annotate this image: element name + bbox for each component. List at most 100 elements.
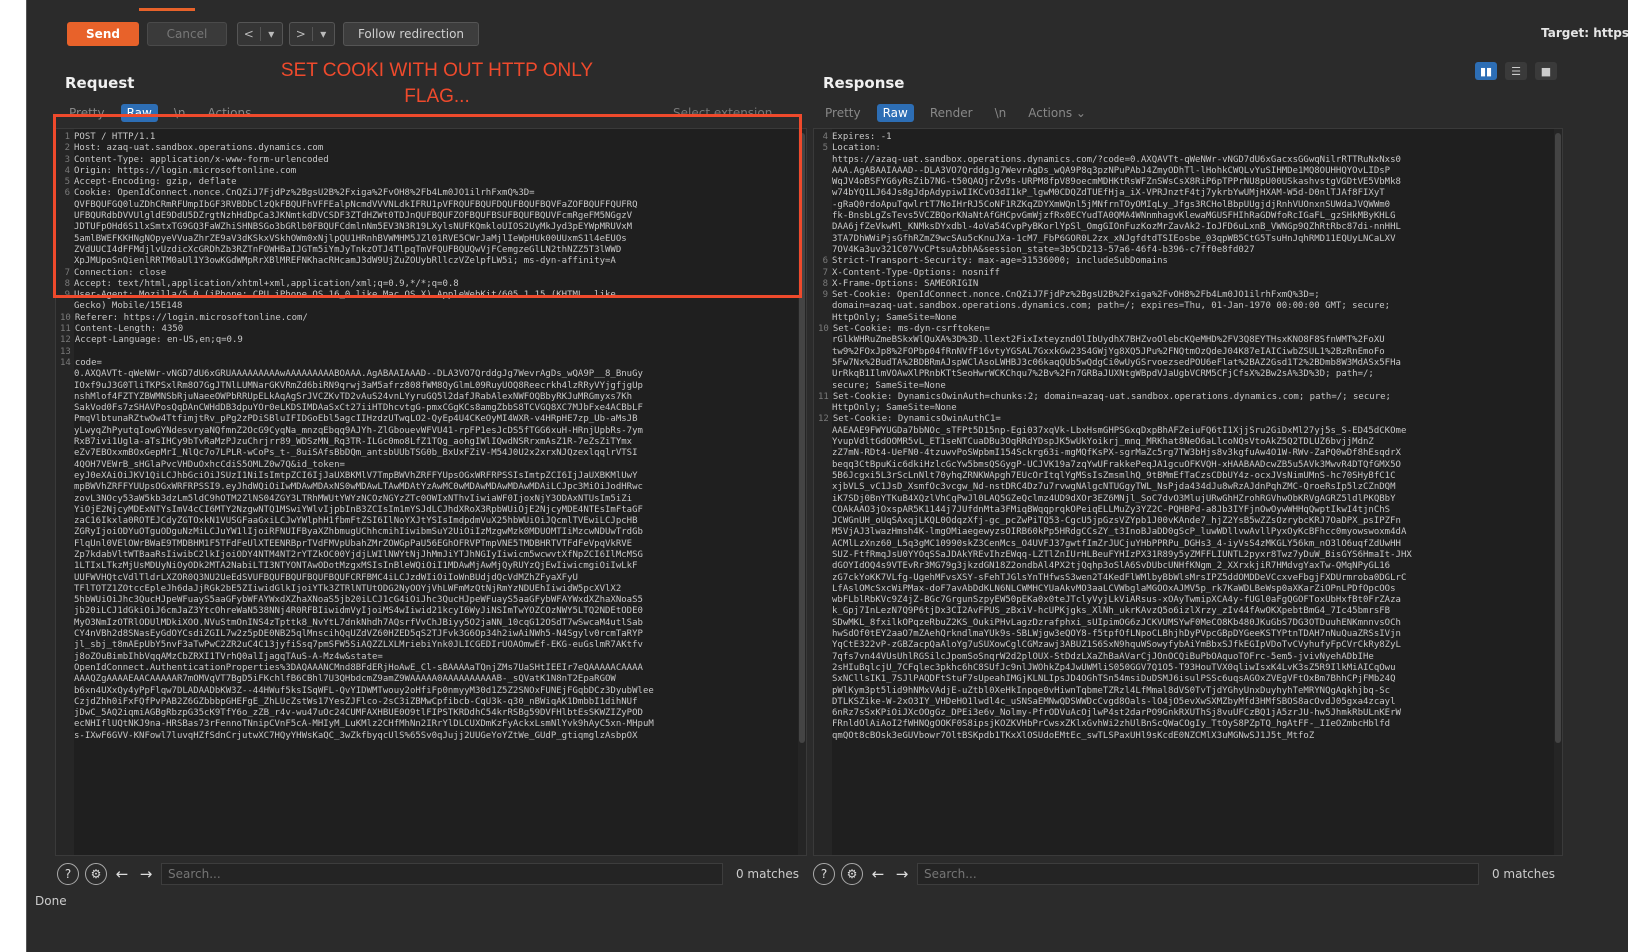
line-number: 6 [822, 256, 828, 267]
line-text: 7qfs7vn44VUsUhlRGSilcJpomSoSnqrW2d2plOUX… [832, 651, 1374, 662]
code-line: Zp7kdabVltWTBaaRsIiwibC2lkIjoiODY4NTM4NT… [60, 550, 802, 561]
line-text: nshMlof4FZTYZBWMNSbRjuNaeeOWPbRRUpELkAqA… [74, 391, 633, 402]
line-text: jl_sbj_t8mAEpUbY5nvF3aTwPwC2ZR2uC4C13jyf… [74, 640, 643, 651]
line-number [818, 561, 832, 572]
response-tab[interactable]: Actions ⌄ [1022, 104, 1092, 122]
code-line: ACMlLzXnz60_L5q3gMC10990skZ3CenMcs_O4UVF… [818, 539, 1558, 550]
code-line: 13 [60, 347, 802, 358]
code-line: 14 code= [60, 358, 802, 369]
response-tab[interactable]: \n [989, 104, 1013, 122]
response-editor[interactable]: 4 Expires: -1 5 Location: https://azaq-uat.s… [813, 128, 1563, 856]
request-editor[interactable]: 1 POST / HTTP/1.1 2 Host: azaq-uat.sandbox.… [55, 128, 807, 856]
gear-icon[interactable]: ⚙ [85, 863, 107, 885]
line-number: 8 [822, 278, 828, 289]
request-tab[interactable]: Actions ⌄ [202, 104, 272, 122]
response-tab[interactable]: Raw [876, 104, 914, 122]
back-arrow-icon[interactable]: < [238, 27, 260, 41]
code-line: MyO3NmIzOTRlODUlMDkiXOO.NVuStmOnINS4zTpt… [60, 618, 802, 629]
line-text: RxB7ivi1Ugla-aTsIHCy9bTvRaMzPJzuChrjrr89… [74, 437, 633, 448]
line-text: FRnldOlAiAoI2fWHNQgOOKF0S8ipsjKOZKVHbPrC… [832, 719, 1391, 730]
status-bar: Done [27, 892, 1628, 912]
line-text: IOxf9uJ3G0TliTKPSxlRm8O7GgJTNlLUMNarGKVR… [74, 380, 643, 391]
request-tab[interactable]: Raw [120, 104, 158, 122]
code-line: 2sHIuBqlcjU_7CFqlec3pkhc6hC8SUfJc9nlJWOh… [818, 663, 1558, 674]
line-text: Connection: close [74, 267, 167, 278]
code-line: xjbVLS_vC1JsD_XsmfOc3vcgw_Nd-nstDRC4Dz7u… [818, 482, 1558, 493]
response-tab[interactable]: Pretty [819, 104, 867, 122]
request-search-input[interactable] [161, 863, 723, 885]
request-tab[interactable]: Pretty [63, 104, 111, 122]
response-match-count: 0 matches [1491, 867, 1555, 881]
line-number [818, 527, 832, 538]
line-number [60, 561, 74, 572]
scrollbar-thumb[interactable] [1555, 133, 1561, 743]
line-text: fk-BnsbLgZsTevs5VCZBQorKNaNtAfGHCpvGmWjz… [832, 211, 1396, 222]
code-line: 3TA7DhWWiPjsGfhRZmZ9wcSAu5cKnuJXa-1cM7_F… [818, 234, 1558, 245]
next-match-icon[interactable]: → [137, 865, 155, 883]
line-number [818, 663, 832, 674]
cancel-button[interactable]: Cancel [147, 22, 227, 46]
response-search-input[interactable] [917, 863, 1479, 885]
code-line: XpJMUpoSnQienlRRTM0aUl1Y3owKGdWMpRrXBlMR… [60, 256, 802, 267]
line-number [818, 426, 832, 437]
help-icon[interactable]: ? [813, 863, 835, 885]
line-text: -gRaQ0rdoApuTqwlrtT7NoIHrRJ5CoNF1RZKqZDY… [832, 199, 1391, 210]
response-tab[interactable]: Render [924, 104, 979, 122]
previous-match-icon[interactable]: ← [869, 865, 887, 883]
code-line: tw9%2FOxJp8%2FOPbp04fRnNVfF16vtyYGSAL7Gx… [818, 347, 1558, 358]
forward-arrow-icon[interactable]: > [290, 27, 312, 41]
target-label[interactable]: Target: https [1541, 26, 1628, 40]
next-match-icon[interactable]: → [893, 865, 911, 883]
line-number [60, 606, 74, 617]
line-number [818, 335, 832, 346]
code-line: WqJV4oBSFYG6yRsZib7NG-t50QAQjrZv9s-URPM8… [818, 177, 1558, 188]
previous-match-icon[interactable]: ← [113, 865, 131, 883]
request-tab[interactable]: \n [168, 104, 192, 122]
line-number: 11 [60, 324, 71, 335]
annotation-line-2: FLAG... [404, 86, 470, 107]
line-text: w74bYQ1LJ64Js8gJdpAdypiwIIKCvO3dI1kP_lgw… [832, 188, 1385, 199]
line-number [60, 245, 74, 256]
help-icon[interactable]: ? [57, 863, 79, 885]
code-line: 6 Strict-Transport-Security: max-age=3153… [818, 256, 1558, 267]
stacked-layout-icon[interactable]: ☰ [1505, 62, 1527, 80]
scrollbar-thumb[interactable] [799, 133, 805, 743]
side-by-side-layout-icon[interactable]: ▮▮ [1475, 62, 1497, 80]
line-number [60, 471, 74, 482]
request-scrollbar[interactable] [798, 129, 806, 855]
line-number [818, 234, 832, 245]
code-line: DTLKSZike-W-2xO3IY_VHDeHO1lwdl4c_uSNSaEM… [818, 697, 1558, 708]
forward-dropdown-icon[interactable]: ▾ [313, 27, 335, 41]
line-text: Set-Cookie: ms-dyn-csrftoken= [832, 324, 990, 335]
tabbed-layout-icon[interactable]: ■ [1535, 62, 1557, 80]
code-line: w74bYQ1LJ64Js8gJdpAdypiwIIKCvO3dI1kP_lgw… [818, 188, 1558, 199]
line-number: 5 [64, 177, 70, 188]
gear-icon[interactable]: ⚙ [841, 863, 863, 885]
code-line: TFlTOTZ1ZOtccEpleJh6daJjRGk2bE5ZIiwidGlk… [60, 584, 802, 595]
line-text: Referer: https://login.microsoftonline.c… [74, 312, 308, 323]
code-line: yLwyqZhPyutqIowGYNdesvryaNQfmnZ2OcG9CyqN… [60, 426, 802, 437]
history-back-group[interactable]: < ▾ [237, 22, 283, 46]
follow-redirection-button[interactable]: Follow redirection [343, 22, 479, 46]
code-line: 10 Referer: https://login.microsoftonline… [60, 313, 802, 324]
select-extension-dropdown[interactable]: Select extension... ⌄ [667, 102, 801, 124]
line-text: AAEAAE9FWYUGDa7bbNOc_sTFPt5D15np-Egi037x… [832, 425, 1407, 436]
line-text: Host: azaq-uat.sandbox.operations.dynami… [74, 143, 324, 154]
history-forward-group[interactable]: > ▾ [289, 22, 335, 46]
line-number [818, 482, 832, 493]
code-line: SakVod0Fs7zSHAVPosQqDAnCWHdDB3dpuYOr0eLK… [60, 403, 802, 414]
line-text: COAkAAO3jOxspAR5K1144j7JUfdnMta3FMiqBWqq… [832, 504, 1391, 515]
request-panel-title: Request [65, 74, 135, 92]
code-line: beqq3CtBpuKic6dkiHzlcGcYw5bmsQSGygP-UCJV… [818, 460, 1558, 471]
line-text: Content-Type: application/x-www-form-url… [74, 154, 329, 165]
code-line: 1 POST / HTTP/1.1 [60, 132, 802, 143]
response-scrollbar[interactable] [1554, 129, 1562, 855]
line-text: ACMlLzXnz60_L5q3gMC10990skZ3CenMcs_O4UVF… [832, 538, 1401, 549]
line-number [60, 539, 74, 550]
send-button[interactable]: Send [67, 22, 139, 46]
active-tab-accent [139, 8, 195, 11]
line-number: 5 [822, 143, 828, 154]
line-number: 2 [64, 143, 70, 154]
back-dropdown-icon[interactable]: ▾ [261, 27, 283, 41]
line-text: rGlkWHRuZmeBSkxWlQuXA%3D%3D.llext2FixIxt… [832, 335, 1385, 346]
